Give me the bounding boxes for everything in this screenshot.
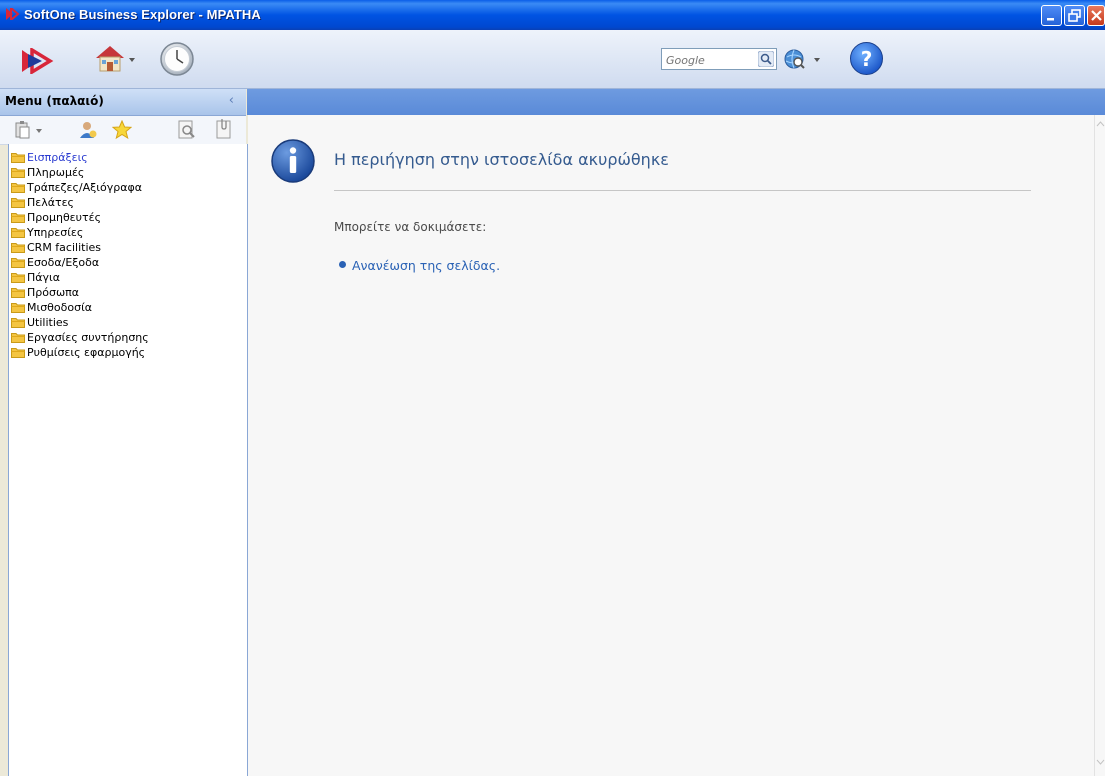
folder-icon [11, 242, 25, 253]
tree-item-label: Εσοδα/Εξοδα [27, 256, 100, 269]
google-search-box[interactable] [661, 48, 777, 71]
tree-item[interactable]: Πελάτες [9, 195, 247, 210]
restore-icon [1068, 9, 1081, 22]
close-button[interactable] [1087, 5, 1105, 26]
scroll-down-icon[interactable] [1096, 758, 1105, 766]
tree-item[interactable]: Ρυθμίσεις εφαρμογής [9, 345, 247, 360]
search-doc-icon[interactable] [178, 120, 196, 140]
folder-icon [11, 287, 25, 298]
minimize-icon [1047, 18, 1054, 21]
help-icon[interactable]: ? [849, 41, 884, 76]
vertical-scrollbar[interactable] [1094, 115, 1105, 776]
tree-item[interactable]: Υπηρεσίες [9, 225, 247, 240]
message-title: Η περιήγηση στην ιστοσελίδα ακυρώθηκε [334, 150, 669, 169]
window-title: SoftOne Business Explorer - ΜΡΑΤΗΑ [24, 7, 261, 22]
softone-logo-icon[interactable] [20, 48, 60, 74]
google-search-input[interactable] [662, 50, 756, 71]
tree-item[interactable]: Πρόσωπα [9, 285, 247, 300]
folder-icon [11, 197, 25, 208]
tree-item-label: Εισπράξεις [27, 151, 88, 164]
home-icon [96, 46, 135, 72]
main-toolbar: ? [0, 30, 1105, 89]
minimize-button[interactable] [1041, 5, 1062, 26]
folder-icon [11, 302, 25, 313]
scroll-up-icon[interactable] [1096, 120, 1105, 128]
info-icon [271, 139, 315, 183]
folder-icon [11, 317, 25, 328]
collapse-chevron-icon[interactable]: ‹ [229, 93, 234, 108]
tree-item-label: Πελάτες [27, 196, 75, 209]
menu-title: Menu (παλαιό) [5, 94, 104, 108]
tree-item-label: Τράπεζες/Αξιόγραφα [27, 181, 142, 194]
svg-text:?: ? [861, 47, 873, 71]
search-icon[interactable] [758, 51, 774, 67]
tree-item-label: Πρόσωπα [27, 286, 80, 299]
softone-app-icon [6, 8, 20, 20]
tree-item[interactable]: Εργασίες συντήρησης [9, 330, 247, 345]
tree-item-label: Utilities [27, 316, 69, 329]
try-text: Μπορείτε να δοκιμάσετε: [334, 220, 487, 234]
folder-icon [11, 167, 25, 178]
content-header-bar [247, 89, 1105, 115]
tree-item-label: CRM facilities [27, 241, 102, 254]
folder-icon [11, 332, 25, 343]
tree-item[interactable]: Προμηθευτές [9, 210, 247, 225]
folder-icon [11, 272, 25, 283]
tree-item-label: Πάγια [27, 271, 61, 284]
tree-item[interactable]: CRM facilities [9, 240, 247, 255]
tree-item-label: Ρυθμίσεις εφαρμογής [27, 346, 146, 359]
tree-item-label: Εργασίες συντήρησης [27, 331, 149, 344]
web-search-dropdown[interactable] [783, 47, 823, 75]
menu-tree: Εισπράξεις Πληρωμές Τράπεζες/Αξιόγραφα Πελά… [8, 144, 248, 776]
home-button[interactable] [92, 42, 138, 80]
title-bar: SoftOne Business Explorer - ΜΡΑΤΗΑ [0, 0, 1105, 30]
star-icon[interactable] [112, 120, 132, 140]
left-panel-header: Menu (παλαιό) ‹ [0, 89, 246, 116]
tree-item[interactable]: Εσοδα/Εξοδα [9, 255, 247, 270]
bullet-icon [339, 261, 346, 268]
tree-item-label: Υπηρεσίες [27, 226, 84, 239]
tree-item[interactable]: Utilities [9, 315, 247, 330]
tree-item[interactable]: Πληρωμές [9, 165, 247, 180]
tree-item-label: Πληρωμές [27, 166, 85, 179]
browser-content: Η περιήγηση στην ιστοσελίδα ακυρώθηκε Μπ… [248, 115, 1094, 776]
clipboard-icon[interactable] [14, 121, 44, 139]
folder-icon [11, 227, 25, 238]
tree-item[interactable]: Τράπεζες/Αξιόγραφα [9, 180, 247, 195]
divider [334, 190, 1031, 191]
tree-item[interactable]: Μισθοδοσία [9, 300, 247, 315]
folder-icon [11, 347, 25, 358]
tree-item-label: Προμηθευτές [27, 211, 102, 224]
restore-button[interactable] [1064, 5, 1085, 26]
folder-icon [11, 212, 25, 223]
user-icon[interactable] [78, 120, 98, 140]
folder-icon [11, 152, 25, 163]
folder-icon [11, 257, 25, 268]
tree-item[interactable]: Εισπράξεις [9, 150, 247, 165]
refresh-link[interactable]: Ανανέωση της σελίδας. [352, 258, 500, 273]
world-search-icon [784, 49, 820, 69]
left-panel-toolbar [0, 116, 246, 145]
folder-icon [11, 182, 25, 193]
tree-item[interactable]: Πάγια [9, 270, 247, 285]
close-icon [1091, 10, 1102, 21]
clock-icon[interactable] [159, 41, 195, 77]
clip-doc-icon[interactable] [216, 119, 232, 139]
tree-item-label: Μισθοδοσία [27, 301, 93, 314]
